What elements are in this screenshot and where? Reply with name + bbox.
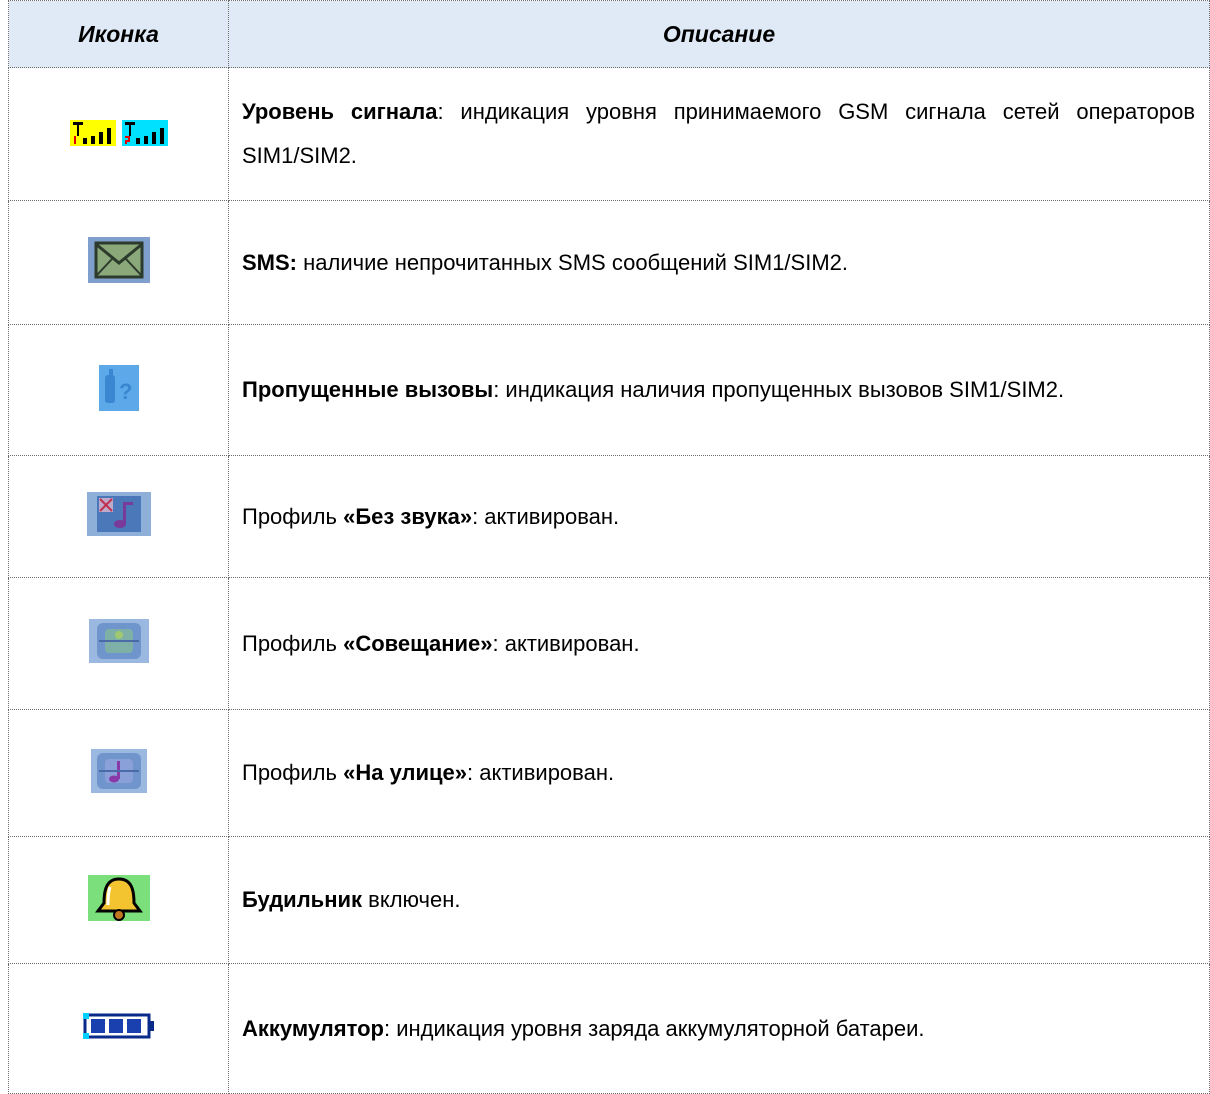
- desc-suffix: : индикация наличия пропущенных вызовов …: [493, 377, 1065, 402]
- description-cell: Уровень сигнала: индикация уровня приним…: [228, 67, 1210, 201]
- desc-bold: «Совещание»: [343, 630, 493, 656]
- desc-bold: Пропущенные вызовы: [242, 377, 494, 402]
- silent-profile-icon: [86, 492, 151, 541]
- icon-description-table: Иконка Описание Уровень сигнала: индикац…: [8, 0, 1210, 1094]
- outdoor-profile-icon: [90, 748, 147, 798]
- icon-cell: [8, 836, 229, 964]
- desc-suffix: наличие непрочитанных SMS сообщений SIM1…: [297, 249, 848, 275]
- icon-cell: [8, 709, 229, 837]
- table-row: Уровень сигнала: индикация уровня приним…: [8, 67, 1210, 201]
- desc-bold: Аккумулятор: [242, 1015, 384, 1041]
- table-row: ? Пропущенные вызовы: индикация наличия …: [8, 324, 1210, 456]
- svg-text:?: ?: [119, 379, 132, 404]
- icon-cell: ?: [8, 324, 229, 456]
- description-cell: Пропущенные вызовы: индикация наличия пр…: [228, 324, 1210, 456]
- desc-suffix: : активирован.: [492, 630, 640, 656]
- description-cell: Профиль «На улице»: активирован.: [228, 709, 1210, 837]
- desc-prefix: Профиль: [242, 630, 344, 656]
- description-cell: Аккумулятор: индикация уровня заряда акк…: [228, 963, 1210, 1094]
- table-row: Профиль «На улице»: активирован.: [8, 709, 1210, 837]
- table-row: Аккумулятор: индикация уровня заряда акк…: [8, 963, 1210, 1094]
- desc-suffix: включен.: [362, 887, 461, 912]
- desc-bold: SMS:: [242, 249, 297, 275]
- sms-envelope-icon: [87, 237, 150, 288]
- desc-suffix: : активирован.: [472, 503, 620, 529]
- alarm-bell-icon: [87, 874, 150, 926]
- icon-cell: [8, 200, 229, 325]
- desc-prefix: Профиль: [242, 760, 344, 785]
- description-cell: Будильник включен.: [228, 836, 1210, 964]
- desc-suffix: : индикация уровня заряда аккумуляторной…: [383, 1015, 925, 1041]
- desc-bold: Будильник: [242, 887, 363, 912]
- desc-suffix: : активирован.: [467, 760, 615, 785]
- description-cell: SMS: наличие непрочитанных SMS сообщений…: [228, 200, 1210, 325]
- icon-cell: [8, 963, 229, 1094]
- table-header-row: Иконка Описание: [8, 0, 1210, 68]
- desc-bold: «На улице»: [343, 760, 468, 785]
- header-description: Описание: [228, 0, 1210, 68]
- table-row: Профиль «Совещание»: активирован.: [8, 577, 1210, 710]
- desc-bold: Уровень сигнала: [242, 99, 438, 124]
- table-row: Профиль «Без звука»: активирован.: [8, 455, 1210, 578]
- table-row: Будильник включен.: [8, 836, 1210, 964]
- signal-strength-sim1-sim2-icon: [69, 118, 168, 151]
- description-cell: Профиль «Совещание»: активирован.: [228, 577, 1210, 710]
- icon-cell: [8, 455, 229, 578]
- icon-cell: [8, 67, 229, 201]
- desc-prefix: Профиль: [242, 503, 344, 529]
- description-cell: Профиль «Без звука»: активирован.: [228, 455, 1210, 578]
- battery-icon: [82, 1013, 155, 1044]
- icon-cell: [8, 577, 229, 710]
- desc-bold: «Без звука»: [343, 503, 473, 529]
- header-icon: Иконка: [8, 0, 229, 68]
- missed-call-icon: ?: [98, 364, 139, 416]
- table-row: SMS: наличие непрочитанных SMS сообщений…: [8, 200, 1210, 325]
- meeting-profile-icon: [88, 619, 149, 668]
